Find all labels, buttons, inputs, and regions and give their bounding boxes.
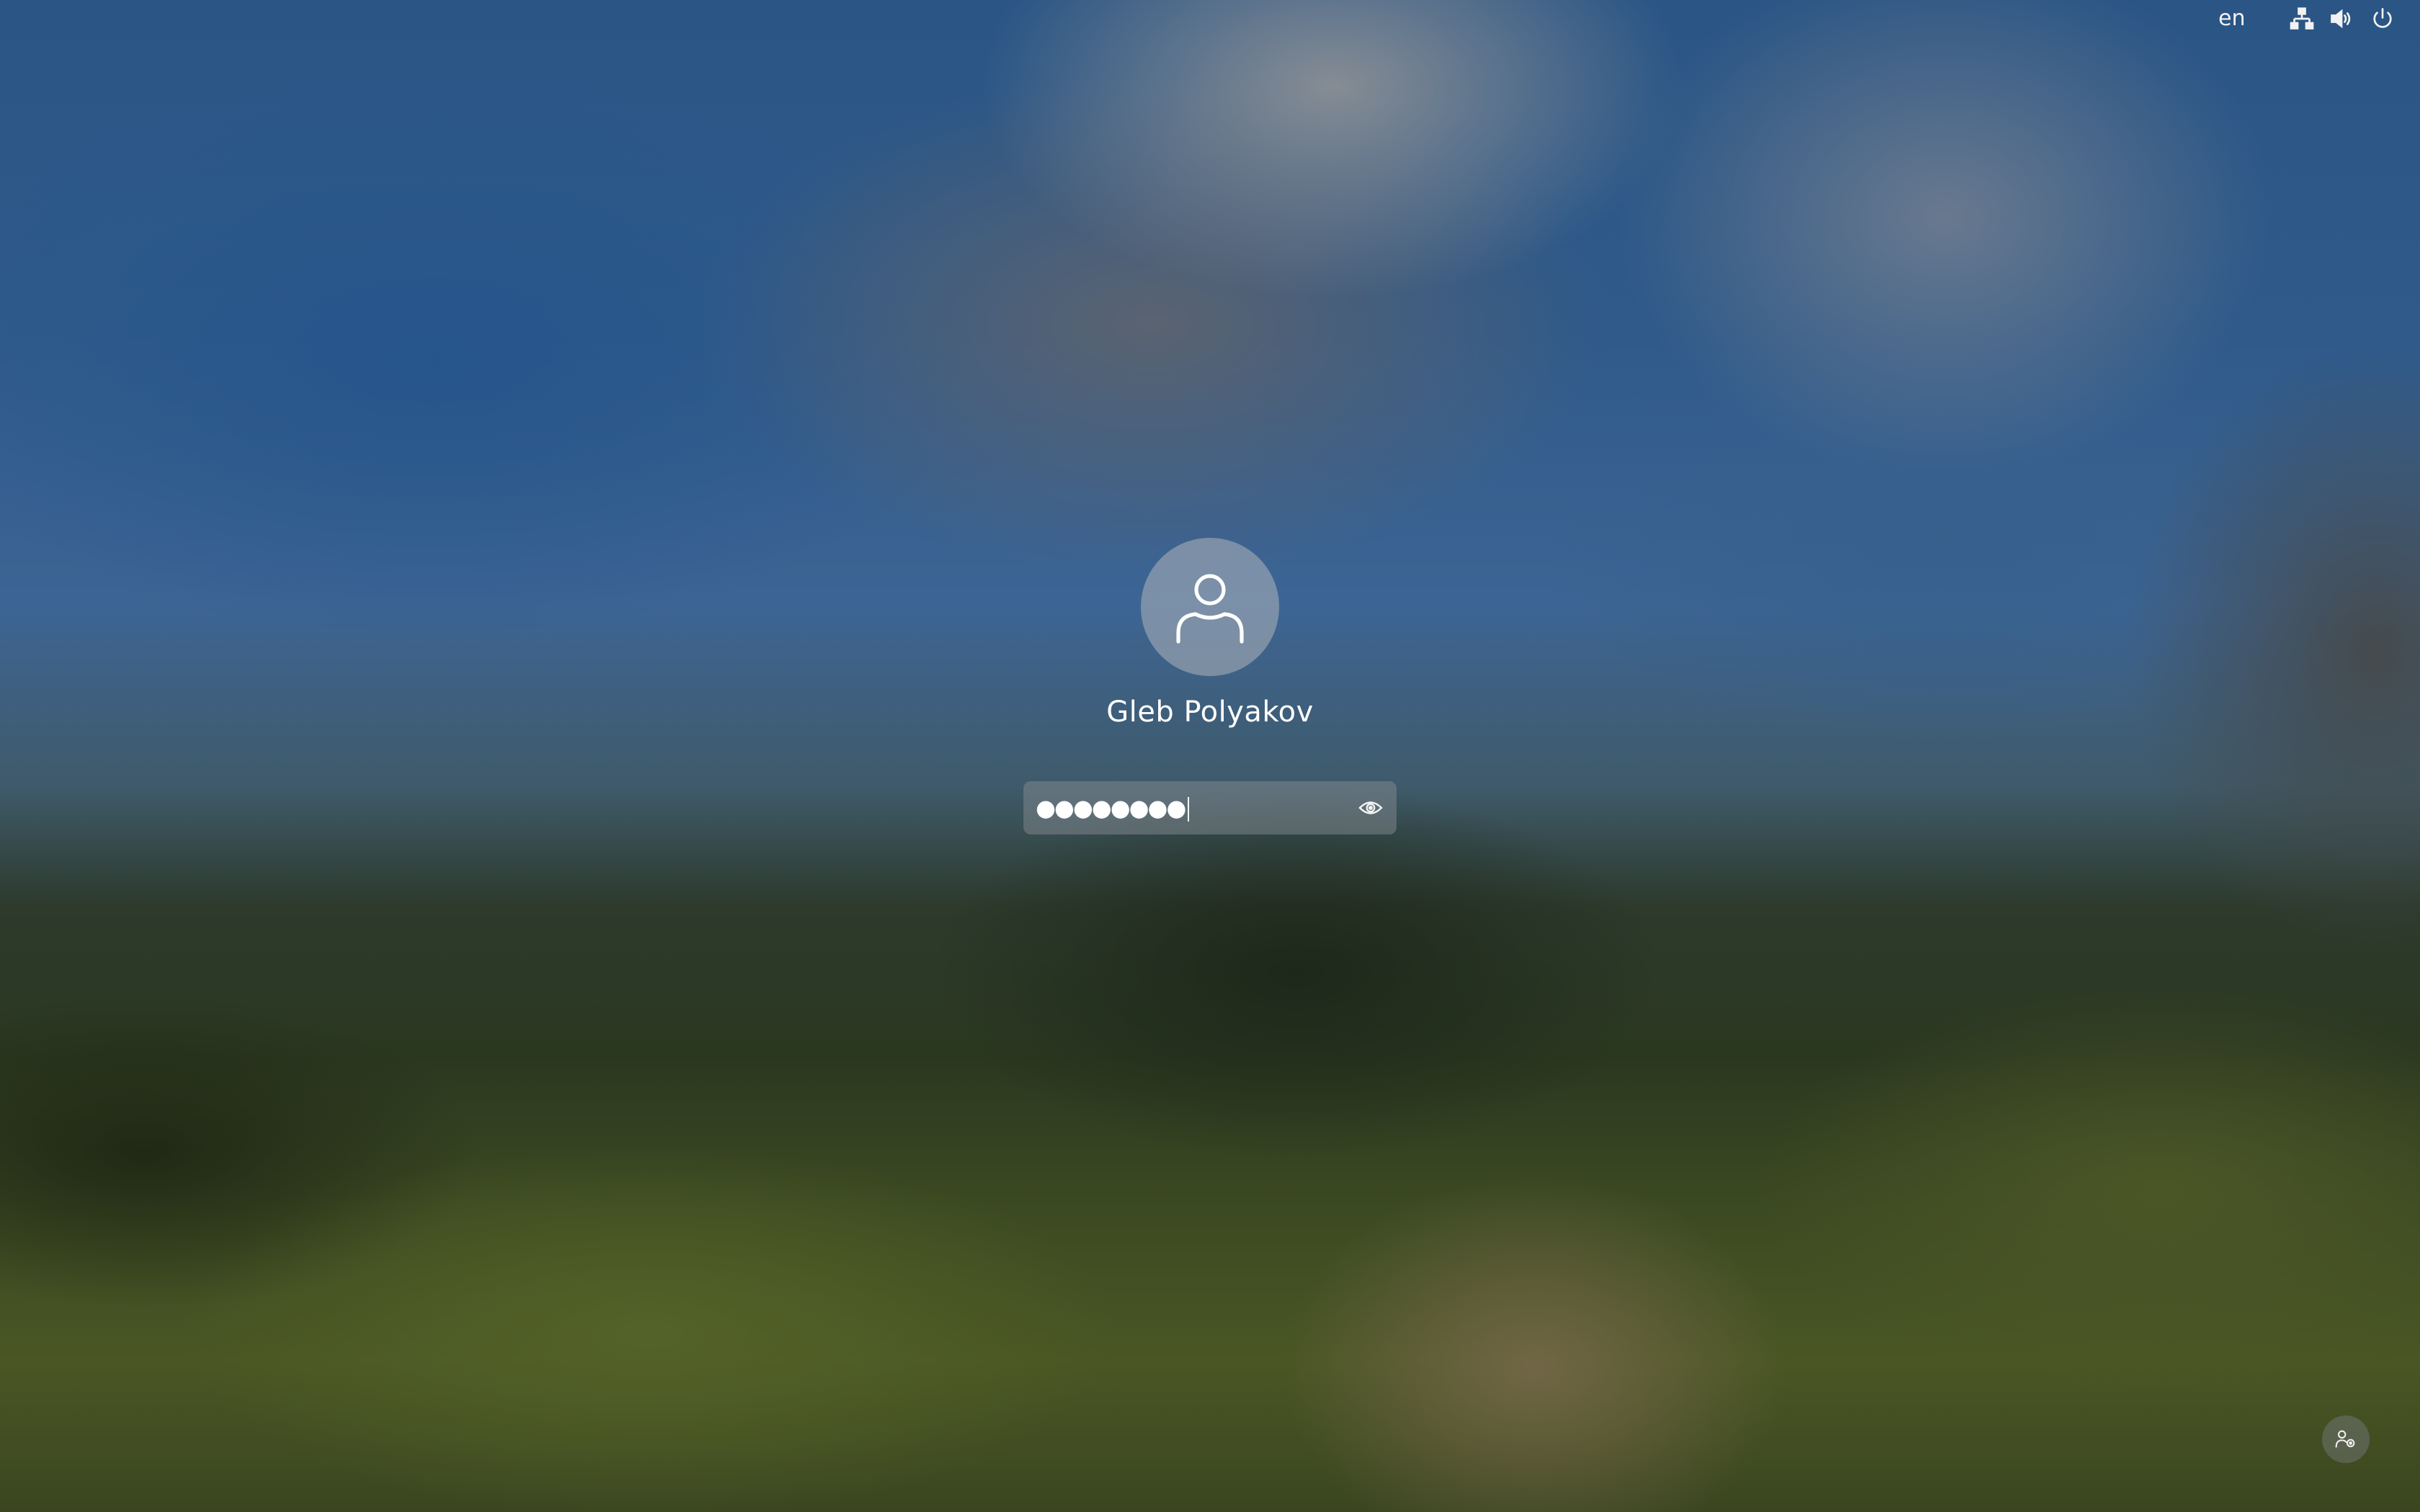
user-avatar[interactable]	[1141, 538, 1279, 676]
network-icon[interactable]	[2289, 6, 2315, 32]
power-icon[interactable]	[2370, 6, 2396, 32]
blurred-wallpaper	[0, 0, 2420, 1512]
password-masked-value: ●●●●●●●●	[1036, 792, 1190, 824]
keyboard-layout-indicator[interactable]: en	[2218, 6, 2245, 31]
volume-icon[interactable]	[2329, 6, 2354, 32]
user-accessibility-icon	[2335, 1430, 2355, 1448]
user-accessibility-button[interactable]	[2322, 1416, 2370, 1463]
login-screen: en Gleb Polyakov ●●●●●●●●	[0, 0, 2420, 1512]
password-field[interactable]: ●●●●●●●●	[1023, 781, 1397, 834]
user-avatar-icon	[1176, 574, 1244, 644]
top-panel: en	[0, 0, 2420, 39]
eye-icon[interactable]	[1358, 795, 1384, 821]
text-cursor	[1188, 797, 1190, 822]
